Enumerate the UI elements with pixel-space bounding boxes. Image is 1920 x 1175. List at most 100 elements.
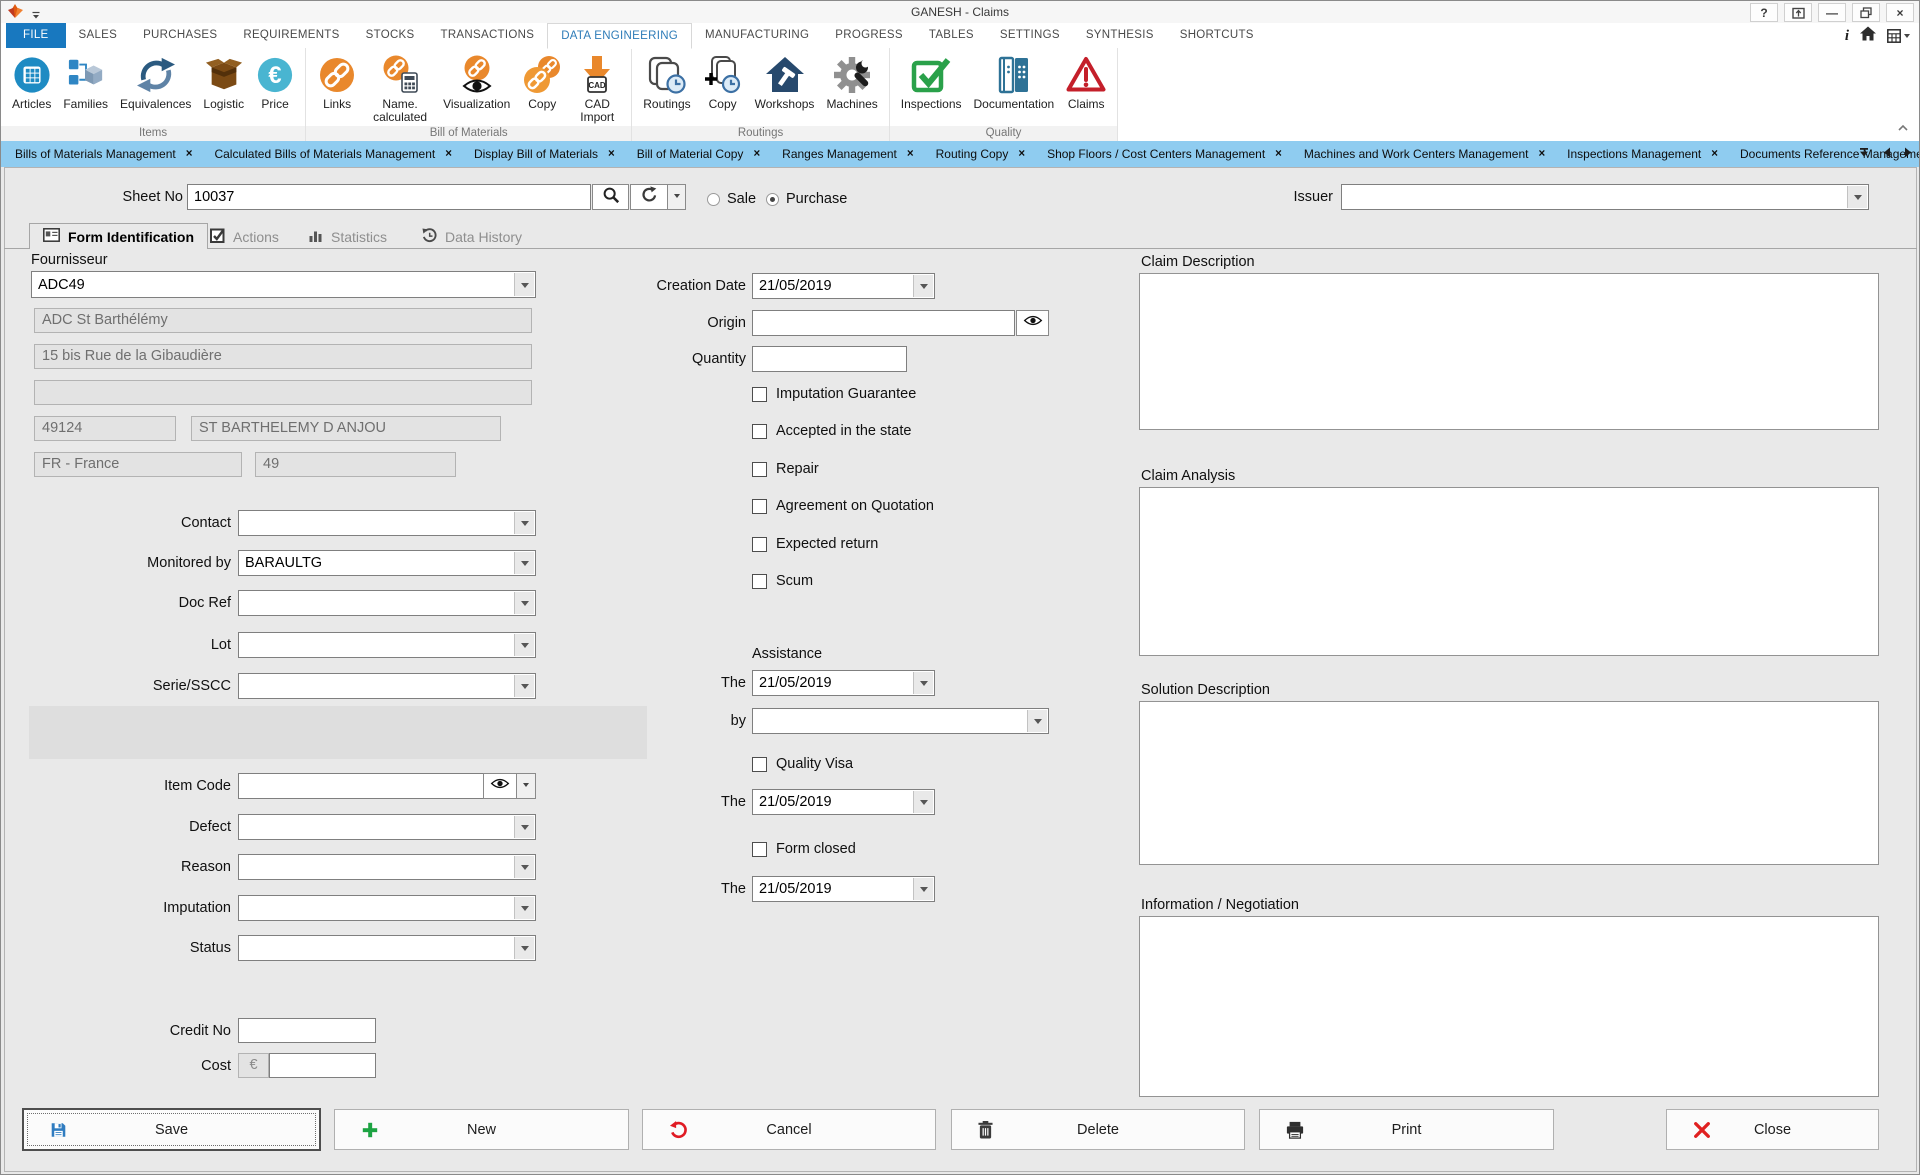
menu-item-stocks[interactable]: STOCKS: [353, 23, 428, 48]
ribbon-button-copy-bom[interactable]: Copy: [516, 49, 568, 111]
ribbon-button-logistic[interactable]: Logistic: [197, 49, 250, 111]
tab-data-history[interactable]: Data History: [422, 227, 522, 247]
ribbon-button-machines[interactable]: Machines: [820, 49, 883, 111]
contact-combobox[interactable]: [238, 510, 536, 536]
calculator-icon[interactable]: [1887, 29, 1910, 43]
delete-button[interactable]: Delete: [951, 1109, 1245, 1150]
menu-item-requirements[interactable]: REQUIREMENTS: [230, 23, 352, 48]
supplier-code-combobox[interactable]: [31, 271, 536, 298]
help-button[interactable]: ?: [1750, 3, 1778, 22]
tab-shop-floors[interactable]: Shop Floors / Cost Centers Management×: [1036, 141, 1293, 167]
quality-visa-date-picker[interactable]: [752, 789, 935, 815]
assistance-date-picker[interactable]: [752, 670, 935, 696]
ribbon-button-families[interactable]: Families: [57, 49, 114, 111]
tab-routing-copy[interactable]: Routing Copy×: [925, 141, 1036, 167]
ribbon-button-copy-routing[interactable]: Copy: [697, 49, 749, 111]
repair-checkbox[interactable]: Repair: [752, 461, 819, 477]
solution-description-textarea[interactable]: [1139, 701, 1879, 865]
origin-input[interactable]: [752, 310, 1015, 336]
combo-arrow-icon[interactable]: [514, 273, 534, 296]
doc-ref-combobox[interactable]: [238, 590, 536, 616]
tab-machines-work-centers[interactable]: Machines and Work Centers Management×: [1293, 141, 1556, 167]
menu-item-file[interactable]: FILE: [6, 23, 66, 48]
close-tab-icon[interactable]: ×: [907, 148, 914, 160]
lot-combobox[interactable]: [238, 632, 536, 658]
tab-actions[interactable]: Actions: [210, 227, 279, 247]
combo-arrow-icon[interactable]: [913, 791, 933, 813]
close-tab-icon[interactable]: ×: [1538, 148, 1545, 160]
ribbon-button-claims[interactable]: Claims: [1060, 49, 1112, 111]
menu-item-sales[interactable]: SALES: [66, 23, 131, 48]
status-combobox[interactable]: [238, 935, 536, 961]
combo-arrow-icon[interactable]: [514, 816, 534, 838]
scum-checkbox[interactable]: Scum: [752, 573, 813, 589]
print-button[interactable]: Print: [1259, 1109, 1554, 1150]
combo-arrow-icon[interactable]: [514, 675, 534, 697]
combo-arrow-icon[interactable]: [913, 672, 933, 694]
info-icon[interactable]: i: [1845, 29, 1849, 43]
tab-list-icon[interactable]: [1858, 145, 1870, 163]
imputation-combobox[interactable]: [238, 895, 536, 921]
tab-bills-of-materials-management[interactable]: Bills of Materials Management×: [4, 141, 203, 167]
combo-arrow-icon[interactable]: [1847, 186, 1867, 208]
close-tab-icon[interactable]: ×: [608, 148, 615, 160]
close-tab-icon[interactable]: ×: [1711, 148, 1718, 160]
refresh-button[interactable]: [630, 184, 668, 210]
sheet-no-input[interactable]: [187, 184, 591, 210]
quality-visa-checkbox[interactable]: Quality Visa: [752, 756, 853, 772]
assistance-by-combobox[interactable]: [752, 708, 1049, 734]
ribbon-button-visualization[interactable]: Visualization: [437, 49, 516, 111]
credit-no-input[interactable]: [238, 1018, 376, 1043]
creation-date-picker[interactable]: [752, 273, 935, 299]
close-button[interactable]: Close: [1666, 1109, 1879, 1150]
tab-display-bill[interactable]: Display Bill of Materials×: [463, 141, 626, 167]
form-closed-date-picker[interactable]: [752, 876, 935, 902]
expected-return-checkbox[interactable]: Expected return: [752, 536, 878, 552]
ribbon-button-inspections[interactable]: Inspections: [895, 49, 968, 111]
restore-button[interactable]: [1852, 3, 1880, 22]
defect-combobox[interactable]: [238, 814, 536, 840]
collapse-ribbon-icon[interactable]: [1897, 119, 1909, 137]
ribbon-button-workshops[interactable]: Workshops: [749, 49, 821, 111]
menu-item-progress[interactable]: PROGRESS: [822, 23, 916, 48]
ribbon-button-name-calculated[interactable]: Name. calculated: [363, 49, 437, 124]
menu-item-manufacturing[interactable]: MANUFACTURING: [692, 23, 822, 48]
tab-form-identification[interactable]: Form Identification: [29, 223, 208, 249]
ribbon-button-cad-import[interactable]: CAD CAD Import: [568, 49, 626, 124]
combo-arrow-icon[interactable]: [514, 592, 534, 614]
close-tab-icon[interactable]: ×: [1275, 148, 1282, 160]
search-button[interactable]: [592, 184, 629, 210]
tab-calculated-bills[interactable]: Calculated Bills of Materials Management…: [203, 141, 463, 167]
menu-item-shortcuts[interactable]: SHORTCUTS: [1167, 23, 1267, 48]
pin-window-button[interactable]: [1784, 3, 1812, 22]
home-icon[interactable]: [1860, 26, 1876, 46]
sale-radio[interactable]: Sale: [707, 191, 756, 207]
menu-item-purchases[interactable]: PURCHASES: [130, 23, 230, 48]
combo-arrow-icon[interactable]: [514, 897, 534, 919]
scroll-tabs-right-icon[interactable]: [1904, 145, 1912, 163]
information-negotiation-textarea[interactable]: [1139, 916, 1879, 1097]
close-window-button[interactable]: ×: [1886, 3, 1914, 22]
cost-input[interactable]: [269, 1053, 376, 1078]
combo-arrow-icon[interactable]: [514, 937, 534, 959]
accepted-in-state-checkbox[interactable]: Accepted in the state: [752, 423, 911, 439]
cancel-button[interactable]: Cancel: [642, 1109, 936, 1150]
ribbon-button-equivalences[interactable]: Equivalences: [114, 49, 197, 111]
menu-item-settings[interactable]: SETTINGS: [987, 23, 1073, 48]
tab-statistics[interactable]: Statistics: [308, 227, 387, 247]
claim-description-textarea[interactable]: [1139, 273, 1879, 430]
reason-combobox[interactable]: [238, 854, 536, 880]
ribbon-button-price[interactable]: € Price: [250, 49, 300, 111]
close-tab-icon[interactable]: ×: [753, 148, 760, 160]
item-code-view-button[interactable]: [483, 773, 517, 799]
ribbon-button-documentation[interactable]: Documentation: [968, 49, 1061, 111]
close-tab-icon[interactable]: ×: [445, 148, 452, 160]
new-button[interactable]: New: [334, 1109, 629, 1150]
combo-arrow-icon[interactable]: [514, 552, 534, 574]
origin-view-button[interactable]: [1016, 310, 1049, 336]
menu-item-transactions[interactable]: TRANSACTIONS: [428, 23, 548, 48]
combo-arrow-icon[interactable]: [1027, 710, 1047, 732]
menu-item-tables[interactable]: TABLES: [916, 23, 987, 48]
tab-bill-copy[interactable]: Bill of Material Copy×: [626, 141, 771, 167]
form-closed-checkbox[interactable]: Form closed: [752, 841, 856, 857]
